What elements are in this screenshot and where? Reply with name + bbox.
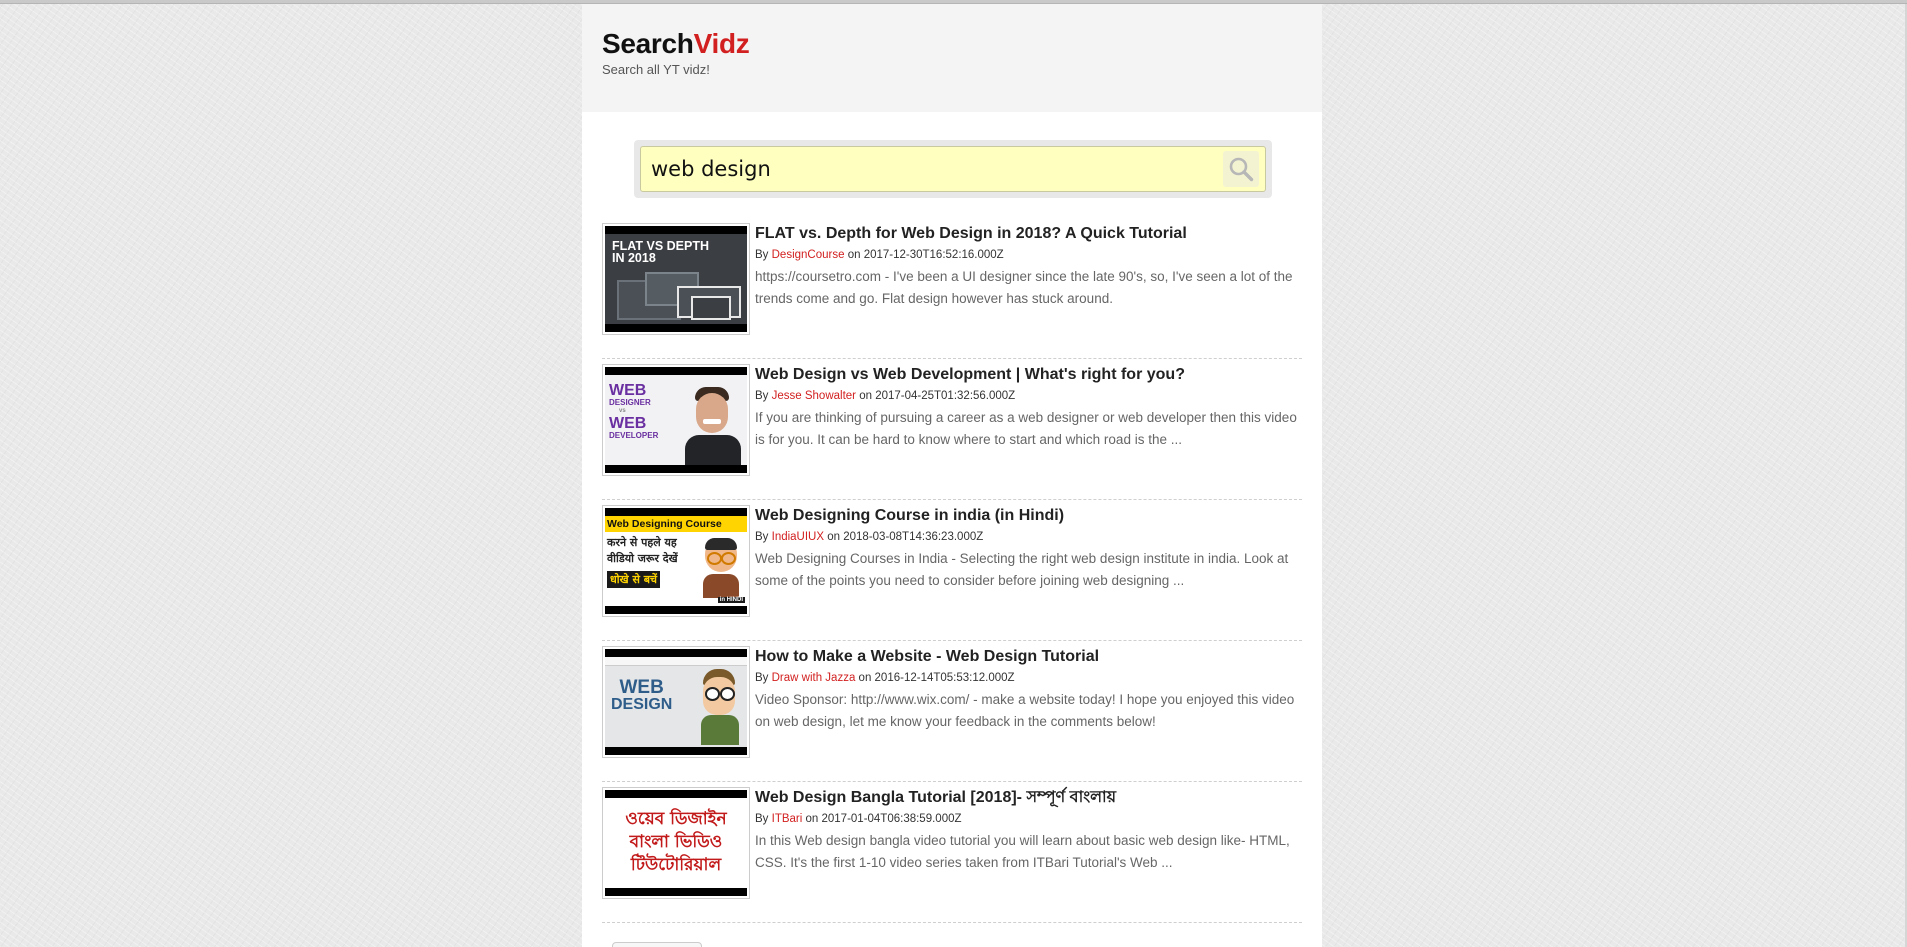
result-text: Web Design Bangla Tutorial [2018]- সম্পূ…: [755, 788, 1300, 874]
result-meta: By ITBari on 2017-01-04T06:38:59.000Z: [755, 812, 1300, 826]
result-author-link[interactable]: IndiaUIUX: [772, 531, 824, 543]
result-date: on 2018-03-08T14:36:23.000Z: [827, 531, 984, 543]
thumb-caption-line-2: বাংলা ভিডিও: [629, 832, 723, 853]
result-text: FLAT vs. Depth for Web Design in 2018? A…: [755, 224, 1300, 310]
result-text: Web Designing Course in india (in Hindi)…: [755, 506, 1300, 592]
result-item: WEB DESIGNER vs WEB DEVELOPER Web Design…: [602, 359, 1302, 500]
result-date: on 2016-12-14T05:53:12.000Z: [858, 672, 1015, 684]
result-description: Video Sponsor: http://www.wix.com/ - mak…: [755, 692, 1295, 729]
thumb-caption-line-2: IN 2018: [612, 251, 656, 266]
result-item: Web Designing Course करने से पहले यह वीड…: [602, 500, 1302, 641]
result-title[interactable]: Web Design Bangla Tutorial [2018]- সম্পূ…: [755, 788, 1300, 808]
pagination-button[interactable]: [612, 942, 702, 947]
result-date: on 2017-04-25T01:32:56.000Z: [859, 390, 1016, 402]
result-date: on 2017-01-04T06:38:59.000Z: [805, 813, 962, 825]
search-box: [640, 146, 1266, 192]
result-description: Web Designing Courses in India - Selecti…: [755, 551, 1289, 588]
thumbnail-image: WEB DESIGN: [605, 657, 747, 747]
thumb-caption-line-1: WEB: [609, 382, 647, 400]
result-text: Web Design vs Web Development | What's r…: [755, 365, 1300, 451]
thumbnail-image: WEB DESIGNER vs WEB DEVELOPER: [605, 375, 747, 465]
meta-by-label: By: [755, 672, 769, 684]
cartoon-character: [695, 669, 743, 746]
result-description: https://coursetro.com - I've been a UI d…: [755, 269, 1293, 306]
thumb-caption-line-3: वीडियो जरूर देखें: [607, 552, 678, 566]
result-author-link[interactable]: Jesse Showalter: [772, 390, 856, 402]
site-tagline: Search all YT vidz!: [602, 62, 710, 77]
result-item: WEB DESIGN How to Make a Website - Web D…: [602, 641, 1302, 782]
result-thumbnail[interactable]: WEB DESIGN: [602, 646, 750, 758]
page-container: SearchVidz Search all YT vidz! FLAT VS D…: [582, 4, 1322, 947]
thumbnail-frame: Web Designing Course करने से पहले यह वीड…: [605, 508, 747, 614]
result-thumbnail[interactable]: Web Designing Course करने से पहले यह वीड…: [602, 505, 750, 617]
thumb-caption-line-1: ওয়েব ডিজাইন: [625, 809, 727, 830]
thumb-caption-line-2: DESIGN: [611, 696, 673, 714]
thumb-caption-line-4: धोखे से बचें: [607, 571, 660, 589]
result-title[interactable]: FLAT vs. Depth for Web Design in 2018? A…: [755, 224, 1300, 244]
result-author-link[interactable]: Draw with Jazza: [772, 672, 856, 684]
thumbnail-frame: WEB DESIGNER vs WEB DEVELOPER: [605, 367, 747, 473]
thumb-caption-line-2: DESIGNER: [609, 398, 651, 408]
logo-part-vidz: Vidz: [693, 28, 750, 59]
result-author-link[interactable]: DesignCourse: [772, 249, 845, 261]
thumb-caption-line-1: Web Designing Course: [607, 518, 722, 531]
meta-by-label: By: [755, 249, 769, 261]
site-logo[interactable]: SearchVidz: [602, 4, 1302, 60]
search-input[interactable]: [641, 147, 1211, 191]
thumbnail-image: FLAT VS DEPTH IN 2018: [605, 234, 747, 324]
meta-by-label: By: [755, 390, 769, 402]
meta-by-label: By: [755, 531, 769, 543]
result-description: If you are thinking of pursuing a career…: [755, 410, 1297, 447]
thumbnail-frame: FLAT VS DEPTH IN 2018: [605, 226, 747, 332]
result-meta: By DesignCourse on 2017-12-30T16:52:16.0…: [755, 248, 1300, 262]
thumbnail-image: Web Designing Course करने से पहले यह वीड…: [605, 516, 747, 606]
site-header: SearchVidz Search all YT vidz!: [582, 4, 1322, 112]
result-item: FLAT VS DEPTH IN 2018 FLAT vs. Depth for…: [602, 218, 1302, 359]
thumb-caption-line-3: টিউটোরিয়াল: [630, 855, 722, 876]
meta-by-label: By: [755, 813, 769, 825]
result-text: How to Make a Website - Web Design Tutor…: [755, 647, 1300, 733]
thumb-caption-line-5: DEVELOPER: [609, 431, 659, 441]
result-title[interactable]: How to Make a Website - Web Design Tutor…: [755, 647, 1300, 667]
thumb-caption-line-5: in HINDI: [717, 596, 745, 603]
logo-part-search: Search: [602, 28, 694, 59]
search-bar: [634, 140, 1272, 198]
result-thumbnail[interactable]: WEB DESIGNER vs WEB DEVELOPER: [602, 364, 750, 476]
result-meta: By IndiaUIUX on 2018-03-08T14:36:23.000Z: [755, 530, 1300, 544]
thumbnail-frame: WEB DESIGN: [605, 649, 747, 755]
thumbnail-frame: ওয়েব ডিজাইন বাংলা ভিডিও টিউটোরিয়াল: [605, 790, 747, 896]
results-list: FLAT VS DEPTH IN 2018 FLAT vs. Depth for…: [602, 218, 1302, 923]
thumb-caption-line-4: WEB: [609, 415, 647, 433]
cartoon-character: [699, 538, 743, 599]
result-meta: By Jesse Showalter on 2017-04-25T01:32:5…: [755, 389, 1300, 403]
result-description: In this Web design bangla video tutorial…: [755, 833, 1290, 870]
result-author-link[interactable]: ITBari: [772, 813, 803, 825]
result-date: on 2017-12-30T16:52:16.000Z: [847, 249, 1004, 261]
person-photo: [681, 381, 743, 465]
result-title[interactable]: Web Designing Course in india (in Hindi): [755, 506, 1300, 526]
result-title[interactable]: Web Design vs Web Development | What's r…: [755, 365, 1300, 385]
search-button[interactable]: [1223, 151, 1259, 187]
thumb-caption-line-1: WEB: [619, 677, 664, 699]
thumb-caption-line-2: करने से पहले यह: [607, 536, 677, 550]
result-thumbnail[interactable]: FLAT VS DEPTH IN 2018: [602, 223, 750, 335]
result-item: ওয়েব ডিজাইন বাংলা ভিডিও টিউটোরিয়াল Web…: [602, 782, 1302, 923]
result-meta: By Draw with Jazza on 2016-12-14T05:53:1…: [755, 671, 1300, 685]
search-icon: [1229, 157, 1254, 182]
result-thumbnail[interactable]: ওয়েব ডিজাইন বাংলা ভিডিও টিউটোরিয়াল: [602, 787, 750, 899]
thumbnail-image: ওয়েব ডিজাইন বাংলা ভিডিও টিউটোরিয়াল: [605, 798, 747, 888]
